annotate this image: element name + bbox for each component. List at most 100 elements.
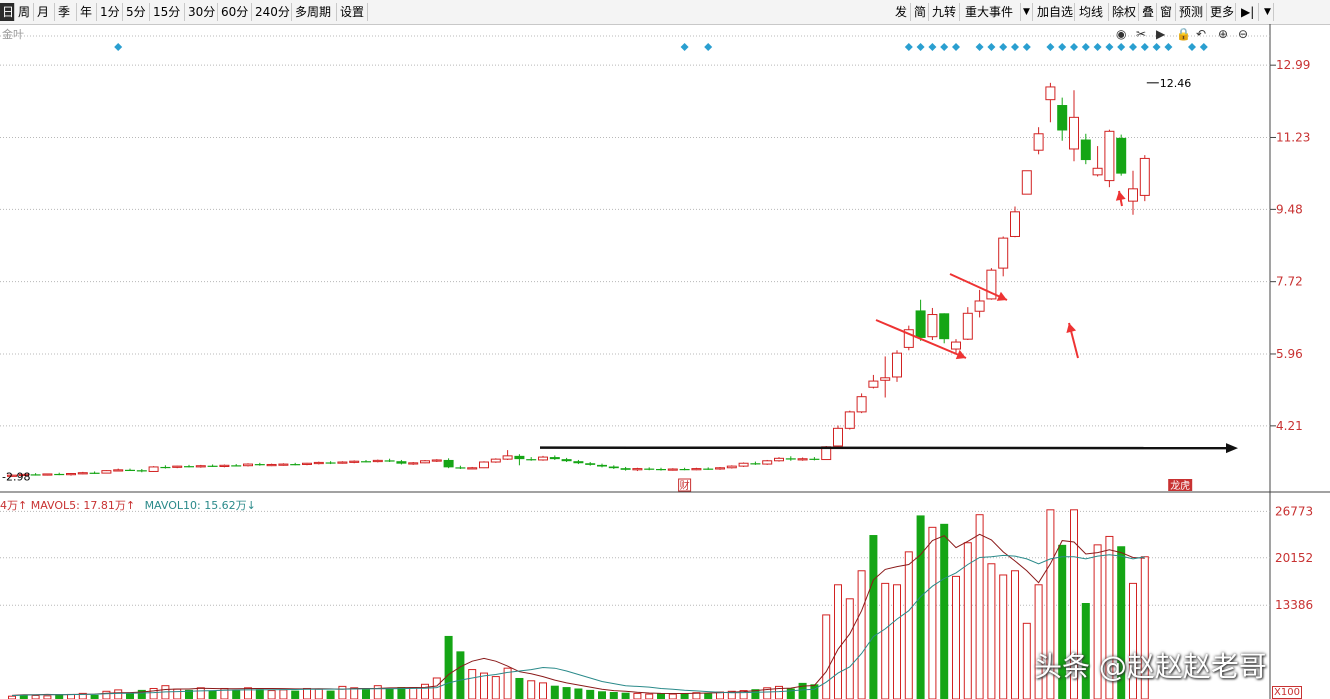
candle-body <box>1033 133 1044 151</box>
play-icon[interactable]: ▶ <box>1156 27 1166 41</box>
watermark: 头条 @赵赵赵老哥 <box>1034 650 1267 683</box>
candle-body <box>974 300 985 312</box>
signal-diamond <box>1129 43 1137 51</box>
volume-tick-label: 13386 <box>1275 598 1313 612</box>
price-tick-label: 5.96 <box>1276 347 1303 361</box>
volume-bar <box>586 689 595 699</box>
candle-body <box>89 472 100 474</box>
zoom-out-icon[interactable]: ⊖ <box>1238 27 1248 41</box>
price-tick-label: 9.48 <box>1276 202 1303 216</box>
longhu-marker: 龙虎 <box>1170 479 1190 492</box>
volume-bar <box>987 563 996 699</box>
candle-body <box>915 310 926 338</box>
candle-body <box>620 468 631 470</box>
signal-diamond <box>1105 43 1114 51</box>
volume-bar <box>621 692 630 699</box>
mavol5-label: MAVOL5: 17.81万↑ <box>30 499 136 512</box>
candle-body <box>455 467 466 469</box>
candle-body <box>514 455 525 460</box>
volume-bar <box>480 672 488 699</box>
candle-body <box>880 377 891 381</box>
eye-icon[interactable]: ◉ <box>1116 27 1126 41</box>
volume-bar <box>869 535 878 699</box>
volume-bar <box>444 635 453 699</box>
volume-bar <box>291 690 300 699</box>
volume-bar <box>539 682 547 699</box>
volume-bar <box>999 574 1008 699</box>
volume-bar <box>845 598 854 699</box>
volume-bar <box>786 688 795 699</box>
volume-bar <box>822 614 831 699</box>
signal-diamond <box>999 43 1008 51</box>
signal-diamond <box>1140 43 1149 51</box>
candle-body <box>337 461 348 464</box>
volume-bar <box>456 651 465 699</box>
volume-bar <box>668 693 677 699</box>
volume-bar <box>338 685 347 699</box>
candle-body <box>927 314 938 338</box>
candle-body <box>420 460 430 464</box>
candle-body <box>738 462 749 467</box>
volume-bar <box>609 691 618 699</box>
candle-body <box>703 468 714 470</box>
volume-bar <box>196 687 205 699</box>
undo-icon[interactable]: ↶ <box>1196 27 1206 41</box>
volume-bar <box>633 692 642 699</box>
signal-diamond <box>1022 43 1031 51</box>
volume-bar <box>680 693 689 699</box>
lock-icon[interactable]: 🔒 <box>1176 27 1191 41</box>
volume-bar <box>645 693 654 699</box>
candle-body <box>219 464 230 467</box>
signal-diamond <box>1093 43 1102 51</box>
volume-tick-label: 20152 <box>1275 551 1313 565</box>
volume-bar <box>373 685 382 699</box>
signal-diamond <box>904 43 913 51</box>
candle-body <box>691 468 702 471</box>
candle-body <box>302 462 312 465</box>
volume-bar <box>527 680 536 699</box>
signal-diamond <box>928 43 937 51</box>
annotation-arrow-3-head <box>1066 323 1077 333</box>
kline-chart[interactable]: 12.99 11.23 9.48 7.72 5.96 4.21 26773 20152 1338… <box>0 0 1330 699</box>
volume-bar <box>1022 622 1031 699</box>
volume-bar <box>385 688 394 699</box>
candle-body <box>809 458 820 460</box>
candle-body <box>833 427 843 447</box>
signal-diamond <box>1164 43 1173 51</box>
signal-diamond <box>975 43 984 51</box>
candle-body <box>207 465 218 467</box>
volume-bar <box>491 676 500 699</box>
annotation-arrow-4-head <box>1115 191 1126 201</box>
signal-diamond <box>1011 43 1019 51</box>
scissors-icon[interactable]: ✂ <box>1136 27 1146 41</box>
candle-body <box>549 457 560 460</box>
candle-body <box>679 468 690 471</box>
volume-bar <box>173 688 182 699</box>
candle-body <box>160 466 171 469</box>
candle-body <box>313 461 324 465</box>
signal-diamond <box>1081 43 1090 51</box>
volume-tick-label: 26773 <box>1275 504 1313 518</box>
max-price-label: 12.46 <box>1160 77 1192 90</box>
annotation-arrow-2-line <box>949 273 1008 301</box>
volume-bar <box>940 523 949 699</box>
volume-bar <box>67 693 75 699</box>
candle-body <box>644 468 655 470</box>
zoom-in-icon[interactable]: ⊕ <box>1218 27 1228 41</box>
candle-body <box>125 469 135 472</box>
candle-body <box>962 312 973 340</box>
volume-bar <box>515 677 524 699</box>
signal-diamond <box>1117 43 1126 51</box>
candle-body <box>443 459 454 468</box>
volume-bar <box>834 584 842 699</box>
signal-diamond <box>987 43 996 51</box>
volume-bar <box>267 690 276 699</box>
volume-bar <box>550 685 559 699</box>
candle-body <box>1010 211 1020 237</box>
candle-body <box>892 352 902 378</box>
volume-bar <box>90 694 99 699</box>
volume-bar <box>362 689 370 699</box>
candle-body <box>136 470 147 472</box>
volume-bar <box>916 515 925 699</box>
candle-body <box>1069 116 1079 150</box>
